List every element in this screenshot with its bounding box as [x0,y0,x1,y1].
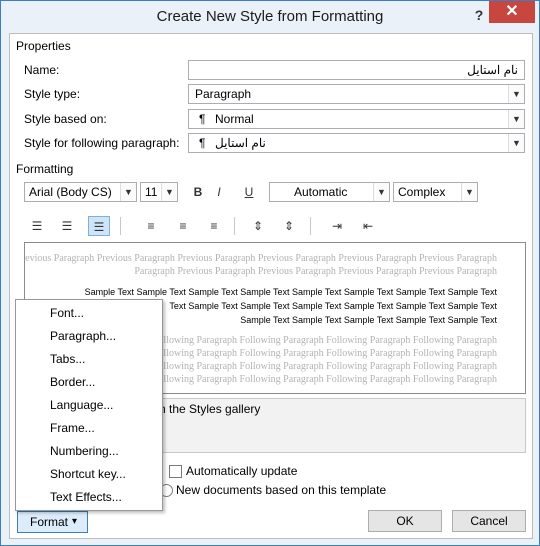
font-color-dropdown[interactable]: Automatic ▼ [269,182,390,202]
preview-previous-line: Paragraph Previous Paragraph Previous Pa… [134,266,497,277]
menu-item-frame[interactable]: Frame... [50,421,95,435]
preview-following-line: Following Paragraph Following Paragraph … [152,374,497,385]
menu-item-paragraph[interactable]: Paragraph... [50,329,116,343]
cancel-button[interactable]: Cancel [452,510,526,532]
help-button[interactable]: ? [469,4,489,26]
preview-following-line: Following Paragraph Following Paragraph … [152,361,497,372]
dialog-title: Create New Style from Formatting [156,8,384,25]
name-input[interactable]: نام استایل [188,60,525,80]
chevron-down-icon[interactable]: ▼ [120,183,136,201]
decrease-indent-icon[interactable]: ⇤ [357,216,379,236]
font-value: Arial (Body CS) [29,185,112,199]
menu-item-text-effects[interactable]: Text Effects... [50,490,122,504]
style-description-text: n the Styles gallery [159,402,261,416]
chevron-down-icon[interactable]: ▼ [508,134,524,152]
menu-item-numbering[interactable]: Numbering... [50,444,119,458]
preview-sample-line: Text Sample Text Sample Text Sample Text… [169,301,497,311]
menu-item-tabs[interactable]: Tabs... [50,352,85,366]
style-based-on-value: Normal [215,112,254,126]
chevron-down-icon: ▾ [72,516,78,527]
preview-previous-line: Previous Paragraph Previous Paragraph Pr… [24,253,497,264]
italic-button[interactable]: I [208,182,230,202]
increase-paragraph-spacing-icon[interactable]: ⇕ [247,216,269,236]
paragraph-mark-icon: ¶ [199,136,206,150]
script-value: Complex [398,185,446,199]
preview-sample-line: Sample Text Sample Text Sample Text Samp… [84,287,497,297]
toolbar-divider [120,217,121,235]
format-menu: Font... Paragraph... Tabs... Border... L… [15,299,163,511]
style-type-value: Paragraph [195,87,252,101]
chevron-down-icon[interactable]: ▼ [373,183,389,201]
chevron-down-icon[interactable]: ▼ [508,110,524,128]
align-left-icon[interactable]: ☰ [26,216,48,236]
format-button[interactable]: Format ▾ [17,511,88,533]
font-size-dropdown[interactable]: 11 ▼ [140,182,178,202]
font-color-value: Automatic [294,185,348,199]
name-label: Name: [24,63,60,77]
style-based-on-dropdown[interactable]: ¶ Normal ▼ [188,109,525,129]
preview-following-line: Following Paragraph Following Paragraph … [152,348,497,359]
formatting-heading: Formatting [16,162,74,176]
close-button[interactable]: ✕ [489,1,535,23]
bold-button[interactable]: B [187,182,209,202]
format-button-label: Format [30,515,69,529]
style-based-on-label: Style based on: [24,112,107,126]
following-style-value: نام استایل [215,136,266,150]
align-center-icon[interactable]: ☰ [56,216,78,236]
menu-item-language[interactable]: Language... [50,398,113,412]
paragraph-mark-icon: ¶ [199,112,206,126]
toolbar-divider [310,217,311,235]
single-spacing-icon[interactable]: ≡ [140,216,162,236]
following-style-dropdown[interactable]: ¶ نام استایل ▼ [188,133,525,153]
increase-indent-icon[interactable]: ⇥ [326,216,348,236]
font-dropdown[interactable]: Arial (Body CS) ▼ [24,182,137,202]
following-style-label: Style for following paragraph: [24,136,180,150]
ok-button[interactable]: OK [368,510,442,532]
chevron-down-icon[interactable]: ▼ [508,85,524,103]
style-type-dropdown[interactable]: Paragraph ▼ [188,84,525,104]
menu-item-border[interactable]: Border... [50,375,95,389]
decrease-paragraph-spacing-icon[interactable]: ⇕ [278,216,300,236]
double-spacing-icon[interactable]: ≡ [203,216,225,236]
title-bar: Create New Style from Formatting ? ✕ [1,1,539,33]
new-documents-label[interactable]: New documents based on this template [176,483,386,497]
chevron-down-icon[interactable]: ▼ [161,183,177,201]
align-right-icon[interactable]: ☰ [88,216,110,236]
style-type-label: Style type: [24,87,81,101]
script-dropdown[interactable]: Complex ▼ [393,182,478,202]
properties-heading: Properties [16,39,71,53]
auto-update-checkbox[interactable] [169,465,182,478]
one-half-spacing-icon[interactable]: ≡ [172,216,194,236]
dialog-window: Create New Style from Formatting ? ✕ Pro… [0,0,540,546]
toolbar-divider [234,217,235,235]
menu-item-font[interactable]: Font... [50,306,84,320]
preview-following-line: Following Paragraph Following Paragraph … [152,335,497,346]
menu-item-shortcut-key[interactable]: Shortcut key... [50,467,126,481]
preview-sample-line: Sample Text Sample Text Sample Text Samp… [240,315,497,325]
auto-update-label[interactable]: Automatically update [186,464,297,478]
chevron-down-icon[interactable]: ▼ [461,183,477,201]
name-value: نام استایل [467,63,518,77]
font-size-value: 11 [145,185,158,199]
underline-button[interactable]: U [238,182,260,202]
